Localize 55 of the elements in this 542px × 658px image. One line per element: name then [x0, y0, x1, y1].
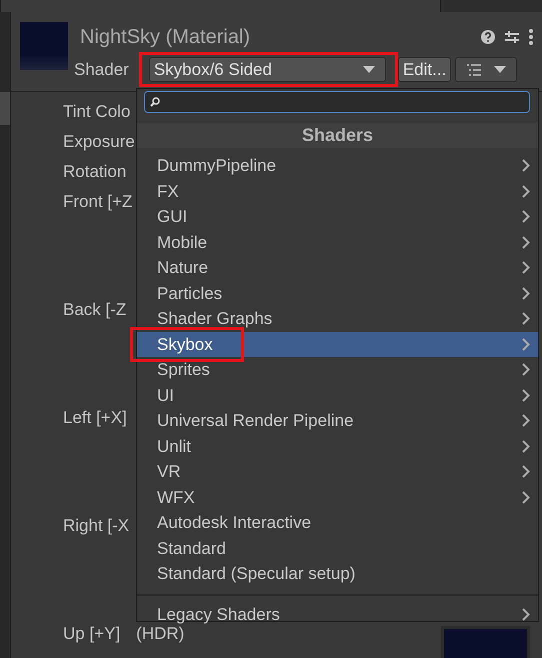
chevron-right-icon — [522, 236, 530, 249]
search-field[interactable] — [144, 91, 530, 113]
menu-item[interactable]: Skybox — [137, 332, 538, 357]
menu-item[interactable]: DummyPipeline — [137, 153, 538, 178]
chevron-right-icon — [522, 490, 530, 504]
property-label: Back [-Z — [63, 299, 126, 321]
menu-item[interactable]: Standard — [137, 536, 538, 561]
chevron-right-icon — [522, 312, 530, 326]
menu-item[interactable]: Standard (Specular setup) — [137, 561, 538, 586]
chevron-right-icon — [522, 440, 530, 453]
search-icon — [150, 97, 160, 107]
menu-item[interactable]: Shader Graphs — [137, 306, 538, 332]
menu-item[interactable]: VR — [137, 459, 538, 484]
menu-item[interactable]: GUI — [137, 204, 538, 230]
property-label: Exposure — [63, 131, 135, 153]
help-icon[interactable] — [480, 29, 496, 45]
property-label: Tint Colo — [63, 101, 130, 123]
shader-dropdown[interactable]: Skybox/6 Sided — [148, 57, 386, 82]
menu-item[interactable]: Mobile — [137, 230, 538, 255]
chevron-right-icon — [522, 159, 530, 172]
caret-icon — [362, 66, 375, 74]
chevron-right-icon — [522, 338, 530, 351]
settings-sliders-icon[interactable] — [504, 29, 520, 45]
list-icon — [466, 64, 481, 76]
menu-item[interactable]: Particles — [137, 280, 538, 306]
property-label: Right [-X — [63, 515, 130, 537]
menu-item[interactable]: Unlit — [137, 434, 538, 459]
chevron-right-icon — [522, 363, 530, 376]
caret-icon — [494, 66, 506, 74]
property-label: Rotation — [63, 161, 126, 183]
material-thumbnail — [20, 22, 68, 70]
property-label: Up [+Y] — [63, 623, 120, 645]
edit-button[interactable]: Edit... — [398, 57, 452, 82]
menu-item[interactable]: WFX — [137, 484, 538, 510]
property-label: Front [+Z — [63, 191, 132, 213]
kebab-menu-icon[interactable] — [528, 29, 534, 45]
chevron-right-icon — [522, 388, 530, 402]
menu-item[interactable]: Nature — [137, 255, 538, 280]
chevron-right-icon — [522, 210, 530, 224]
menu-item[interactable]: Universal Render Pipeline — [137, 408, 538, 434]
shader-label: Shader — [74, 59, 129, 81]
chevron-right-icon — [522, 414, 530, 428]
menu-header: Shaders — [137, 123, 538, 148]
menu-item[interactable]: Sprites — [137, 357, 538, 382]
material-title: NightSky (Material) — [80, 25, 252, 50]
list-options-button[interactable] — [455, 57, 518, 82]
chevron-right-icon — [522, 286, 530, 300]
property-label: Left [+X] — [63, 407, 127, 429]
chevron-right-icon — [522, 184, 530, 198]
menu-item[interactable]: UI — [137, 382, 538, 408]
chevron-right-icon — [522, 608, 530, 621]
menu-item[interactable]: FX — [137, 178, 538, 204]
chevron-right-icon — [522, 465, 530, 478]
menu-item[interactable]: Autodesk Interactive — [137, 510, 538, 536]
chevron-right-icon — [522, 261, 530, 274]
